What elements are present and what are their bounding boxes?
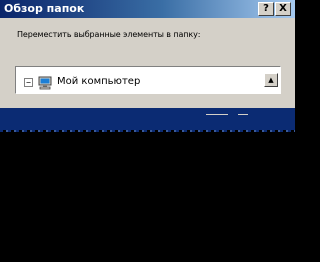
title-bar[interactable]: Обзор папок ? X [0,0,295,18]
unrendered-area [0,132,295,262]
collapse-icon[interactable]: − [24,78,33,87]
rendering-artifact [238,114,248,115]
window-title: Обзор папок [4,2,85,15]
scroll-up-button[interactable]: ▲ [264,73,278,87]
dialog-client-area: Переместить выбранные элементы в папку: … [0,18,295,108]
computer-icon [37,75,53,90]
close-button[interactable]: X [275,2,291,16]
instruction-text: Переместить выбранные элементы в папку: [17,30,201,39]
selection-highlight [0,108,295,130]
folder-tree[interactable]: − Мой компьютер ▲ [15,66,281,94]
help-button[interactable]: ? [258,2,274,16]
rendering-artifact [206,114,228,115]
tree-item-label: Мой компьютер [57,76,141,87]
browse-folders-dialog: Обзор папок ? X Переместить выбранные эл… [0,0,295,262]
